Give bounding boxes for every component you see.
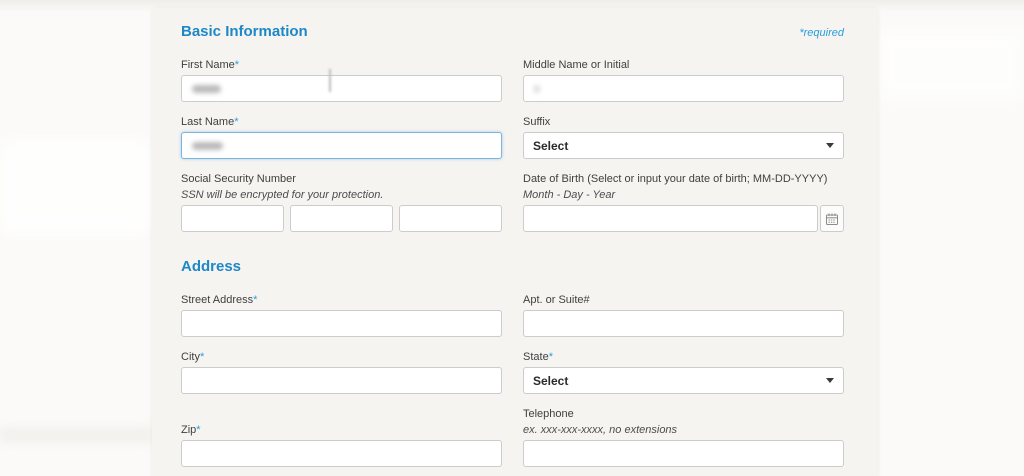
caret-down-icon	[826, 143, 834, 148]
row-name: First Name* Middle Name or Initial	[181, 58, 844, 102]
required-asterisk: *	[234, 116, 238, 128]
telephone-label: Telephone	[523, 407, 844, 421]
row-zip-telephone: Zip* Telephone ex. xxx-xxx-xxxx, no exte…	[181, 407, 844, 467]
required-asterisk: *	[549, 351, 553, 363]
row-lastname-suffix: Last Name* Suffix Select	[181, 115, 844, 159]
dob-input[interactable]	[523, 205, 818, 232]
required-asterisk: *	[200, 351, 204, 363]
street-group: Street Address*	[181, 293, 502, 337]
zip-group: Zip*	[181, 423, 502, 467]
required-note: *required	[799, 27, 844, 39]
address-title: Address	[181, 258, 241, 276]
required-asterisk: *	[196, 424, 200, 436]
ssn-part2-input[interactable]	[290, 205, 393, 232]
apt-label: Apt. or Suite#	[523, 293, 844, 307]
middle-name-input[interactable]	[523, 75, 844, 102]
form-card: Basic Information *required First Name* …	[152, 8, 878, 476]
caret-down-icon	[826, 378, 834, 383]
required-asterisk: *	[235, 59, 239, 71]
telephone-hint: ex. xxx-xxx-xxxx, no extensions	[523, 424, 844, 437]
state-label: State*	[523, 350, 844, 364]
street-label: Street Address*	[181, 293, 502, 307]
state-select[interactable]: Select	[523, 367, 844, 394]
city-group: City*	[181, 350, 502, 394]
basic-information-title: Basic Information	[181, 23, 308, 41]
suffix-select-value: Select	[533, 139, 568, 153]
basic-information-header: Basic Information *required	[181, 23, 844, 41]
background-blur-right	[878, 30, 1024, 100]
ssn-label: Social Security Number	[181, 172, 502, 186]
dob-hint: Month - Day - Year	[523, 189, 844, 202]
ssn-part1-input[interactable]	[181, 205, 284, 232]
row-ssn-dob: Social Security Number SSN will be encry…	[181, 172, 844, 232]
middle-name-label: Middle Name or Initial	[523, 58, 844, 72]
suffix-select[interactable]: Select	[523, 132, 844, 159]
row-city-state: City* State* Select	[181, 350, 844, 394]
ssn-part3-input[interactable]	[399, 205, 502, 232]
telephone-group: Telephone ex. xxx-xxx-xxxx, no extension…	[523, 407, 844, 467]
last-name-label: Last Name*	[181, 115, 502, 129]
ssn-group: Social Security Number SSN will be encry…	[181, 172, 502, 232]
zip-input[interactable]	[181, 440, 502, 467]
dob-label: Date of Birth (Select or input your date…	[523, 172, 844, 186]
calendar-button[interactable]	[820, 205, 844, 232]
apt-group: Apt. or Suite#	[523, 293, 844, 337]
last-name-input[interactable]	[181, 132, 502, 159]
last-name-group: Last Name*	[181, 115, 502, 159]
telephone-input[interactable]	[523, 440, 844, 467]
address-header: Address	[181, 258, 844, 276]
ssn-hint: SSN will be encrypted for your protectio…	[181, 189, 502, 202]
city-label: City*	[181, 350, 502, 364]
middle-name-group: Middle Name or Initial	[523, 58, 844, 102]
apt-suite-input[interactable]	[523, 310, 844, 337]
background-blur-left-band	[0, 428, 152, 442]
suffix-label: Suffix	[523, 115, 844, 129]
state-select-value: Select	[533, 374, 568, 388]
required-asterisk: *	[253, 294, 257, 306]
first-name-label: First Name*	[181, 58, 502, 72]
first-name-group: First Name*	[181, 58, 502, 102]
state-group: State* Select	[523, 350, 844, 394]
suffix-group: Suffix Select	[523, 115, 844, 159]
zip-label: Zip*	[181, 423, 502, 437]
calendar-icon	[825, 212, 839, 226]
first-name-input[interactable]	[181, 75, 502, 102]
city-input[interactable]	[181, 367, 502, 394]
street-address-input[interactable]	[181, 310, 502, 337]
background-blur-left	[0, 140, 152, 235]
row-street-apt: Street Address* Apt. or Suite#	[181, 293, 844, 337]
dob-group: Date of Birth (Select or input your date…	[523, 172, 844, 232]
